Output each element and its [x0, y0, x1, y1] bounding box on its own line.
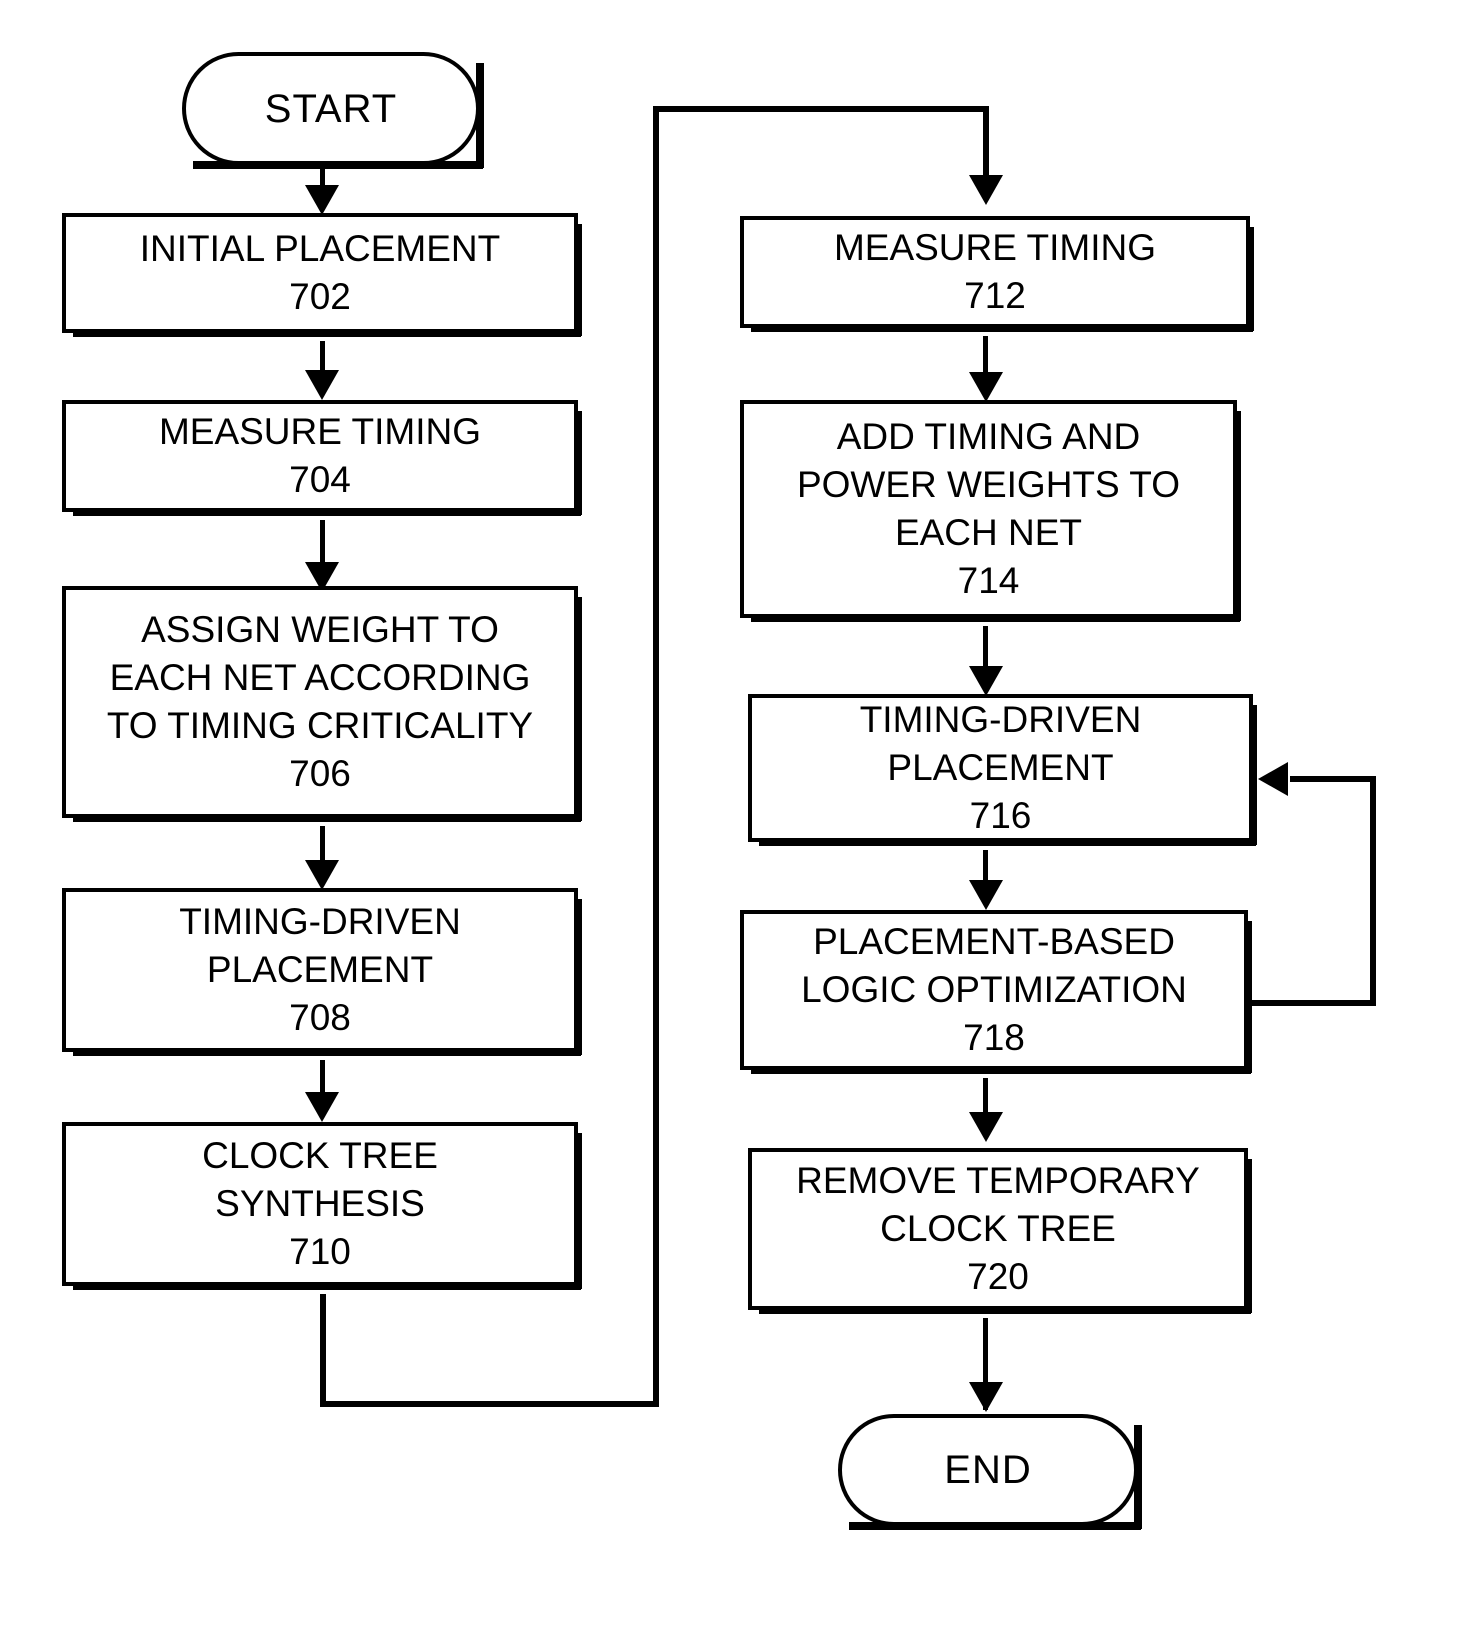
node-shadow-bottom — [193, 161, 483, 169]
edge-710-712-seg-down — [320, 1294, 326, 1407]
node-710[interactable]: CLOCK TREE SYNTHESIS 710 — [62, 1122, 582, 1290]
node-708-label: TIMING-DRIVEN PLACEMENT — [179, 901, 461, 990]
node-start-label: START — [264, 86, 398, 131]
node-shadow-bottom — [73, 814, 581, 822]
node-shadow-right — [1233, 411, 1241, 621]
node-706-label: ASSIGN WEIGHT TO EACH NET ACCORDING TO T… — [106, 609, 534, 746]
node-702-label: INITIAL PLACEMENT — [139, 228, 501, 269]
edge-718-716-seg-up — [1370, 776, 1376, 1006]
edge-710-712-arrowhead — [969, 175, 1003, 205]
edge-718-716-arrowhead — [1258, 762, 1288, 796]
node-708-ref: 708 — [289, 997, 351, 1038]
node-702-ref: 702 — [289, 276, 351, 317]
node-shadow-right — [1244, 921, 1252, 1073]
edge-718-716-seg-left — [1290, 776, 1376, 782]
node-718[interactable]: PLACEMENT-BASED LOGIC OPTIMIZATION 718 — [740, 910, 1252, 1074]
edge-720-end-arrowhead — [969, 1382, 1003, 1412]
node-704[interactable]: MEASURE TIMING 704 — [62, 400, 582, 516]
node-710-ref: 710 — [289, 1231, 351, 1272]
edge-708-710-arrowhead — [305, 1092, 339, 1122]
node-shadow-right — [574, 411, 582, 515]
node-706-ref: 706 — [289, 753, 351, 794]
edge-706-708-arrowhead — [305, 860, 339, 890]
node-718-ref: 718 — [963, 1017, 1025, 1058]
node-720-ref: 720 — [967, 1256, 1029, 1297]
node-shadow-bottom — [73, 1282, 581, 1290]
edge-710-712-seg-up — [653, 106, 659, 1407]
edge-718-716-seg-right — [1248, 1000, 1376, 1006]
node-718-label: PLACEMENT-BASED LOGIC OPTIMIZATION — [801, 921, 1187, 1010]
node-end[interactable]: END — [838, 1414, 1142, 1530]
node-shadow-right — [574, 597, 582, 821]
node-shadow-bottom — [73, 508, 581, 516]
node-720[interactable]: REMOVE TEMPORARY CLOCK TREE 720 — [748, 1148, 1252, 1314]
node-720-label: REMOVE TEMPORARY CLOCK TREE — [796, 1160, 1200, 1249]
node-shadow-right — [574, 224, 582, 336]
node-start[interactable]: START — [182, 52, 484, 169]
node-shadow-bottom — [849, 1522, 1141, 1530]
edge-710-712-seg-drop — [983, 106, 989, 186]
node-shadow-right — [1134, 1425, 1142, 1529]
node-708[interactable]: TIMING-DRIVEN PLACEMENT 708 — [62, 888, 582, 1056]
node-704-ref: 704 — [289, 459, 351, 500]
node-shadow-bottom — [751, 324, 1253, 332]
node-716-label: TIMING-DRIVEN PLACEMENT — [859, 699, 1142, 788]
node-shadow-bottom — [759, 1306, 1251, 1314]
node-end-label: END — [944, 1448, 1032, 1492]
node-shadow-right — [476, 63, 484, 168]
node-712-ref: 712 — [964, 275, 1026, 316]
node-716[interactable]: TIMING-DRIVEN PLACEMENT 716 — [748, 694, 1257, 846]
edge-712-714-arrowhead — [969, 372, 1003, 402]
edge-start-702-arrowhead — [305, 185, 339, 215]
node-shadow-bottom — [751, 614, 1240, 622]
node-shadow-right — [1246, 227, 1254, 331]
flowchart-canvas: START INITIAL PLACEMENT 702 MEASURE TIMI… — [0, 0, 1478, 1632]
edge-702-704-arrowhead — [305, 370, 339, 400]
node-shadow-right — [574, 1133, 582, 1289]
node-714[interactable]: ADD TIMING AND POWER WEIGHTS TO EACH NET… — [740, 400, 1241, 622]
edge-716-718-arrowhead — [969, 880, 1003, 910]
edge-718-720-arrowhead — [969, 1112, 1003, 1142]
edge-710-712-seg-top — [653, 106, 989, 112]
edge-714-716-arrowhead — [969, 666, 1003, 696]
node-shadow-bottom — [73, 1048, 581, 1056]
node-712-label: MEASURE TIMING — [833, 227, 1157, 268]
node-shadow-right — [1244, 1159, 1252, 1313]
node-706[interactable]: ASSIGN WEIGHT TO EACH NET ACCORDING TO T… — [62, 586, 582, 822]
node-shadow-bottom — [73, 329, 581, 337]
node-716-ref: 716 — [969, 795, 1032, 836]
node-704-label: MEASURE TIMING — [158, 411, 482, 452]
node-shadow-right — [574, 899, 582, 1055]
node-shadow-right — [1249, 705, 1257, 845]
node-712[interactable]: MEASURE TIMING 712 — [740, 216, 1254, 332]
node-shadow-bottom — [751, 1066, 1251, 1074]
node-714-label: ADD TIMING AND POWER WEIGHTS TO EACH NET — [796, 416, 1181, 553]
edge-710-712-seg-right — [320, 1401, 659, 1407]
node-714-ref: 714 — [957, 560, 1020, 601]
node-702[interactable]: INITIAL PLACEMENT 702 — [62, 213, 582, 337]
node-710-label: CLOCK TREE SYNTHESIS — [202, 1135, 438, 1224]
